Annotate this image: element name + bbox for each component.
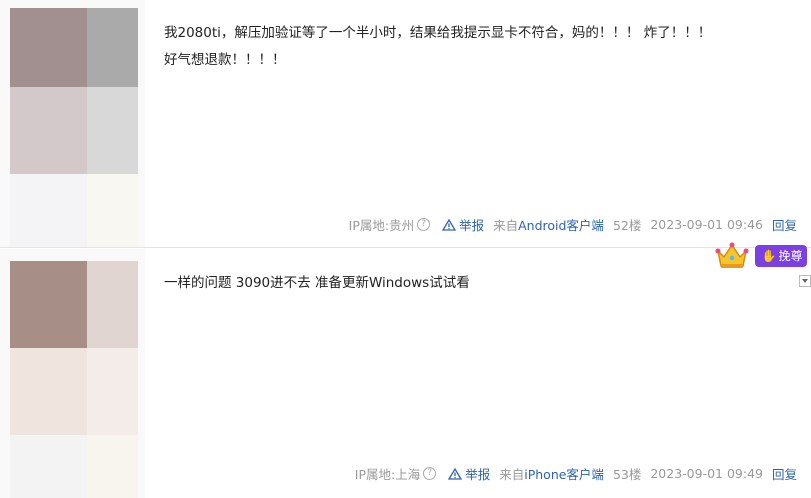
- avatar-pixel: [10, 87, 87, 174]
- post-divider: [0, 247, 811, 248]
- wanzun-label: 挽尊: [778, 249, 803, 263]
- author-column: [0, 0, 145, 248]
- avatar[interactable]: [10, 8, 138, 248]
- avatar-pixel: [87, 435, 138, 498]
- report-link[interactable]: 举报: [465, 464, 490, 483]
- avatar-pixel: [10, 174, 87, 248]
- dropdown-toggle[interactable]: [799, 275, 811, 287]
- post-content: 我2080ti，解压加验证等了一个半小时，结果给我提示显卡不符合，妈的！！！ 炸…: [164, 25, 712, 68]
- avatar-pixel: [87, 87, 138, 174]
- post-time: 2023-09-01 09:49: [650, 466, 763, 481]
- author-column: [0, 249, 145, 498]
- client-link[interactable]: iPhone客户端: [524, 464, 604, 483]
- post-meta: IP属地:贵州 ? 举报 来自 Android客户端 52楼 2023-09-0…: [349, 215, 797, 234]
- reply-link[interactable]: 回复: [772, 464, 797, 483]
- avatar-pixel: [10, 261, 87, 348]
- avatar-pixel: [87, 348, 138, 435]
- post-content: 一样的问题 3090进不去 准备更新Windows试试看: [164, 275, 470, 291]
- avatar-pixel: [10, 8, 87, 87]
- reply-link[interactable]: 回复: [772, 215, 797, 234]
- avatar-pixel: [10, 348, 87, 435]
- wanzun-button[interactable]: ✋ 挽尊: [755, 245, 807, 267]
- report-link[interactable]: 举报: [459, 215, 484, 234]
- hand-icon: ✋: [761, 249, 777, 263]
- client-prefix: 来自: [499, 467, 525, 482]
- avatar-pixel: [87, 174, 138, 248]
- wanzun-badge[interactable]: ✋ 挽尊: [715, 241, 811, 271]
- info-icon[interactable]: ?: [417, 218, 431, 231]
- post-52: 我2080ti，解压加验证等了一个半小时，结果给我提示显卡不符合，妈的！！！ 炸…: [0, 0, 811, 248]
- warning-icon[interactable]: [448, 467, 463, 480]
- avatar[interactable]: [10, 261, 138, 498]
- warning-icon[interactable]: [442, 218, 457, 231]
- info-icon[interactable]: ?: [423, 467, 437, 480]
- avatar-pixel: [87, 261, 138, 348]
- floor-number: 52楼: [612, 218, 642, 233]
- avatar-pixel: [87, 8, 138, 87]
- post-53: 一样的问题 3090进不去 准备更新Windows试试看 IP属地:上海 ? 举…: [0, 249, 811, 498]
- avatar-pixel: [10, 435, 87, 498]
- post-meta: IP属地:上海 ? 举报 来自 iPhone客户端 53楼 2023-09-01…: [355, 464, 797, 483]
- client-prefix: 来自: [493, 218, 519, 233]
- crown-icon: [715, 242, 749, 268]
- post-time: 2023-09-01 09:46: [650, 217, 763, 232]
- floor-number: 53楼: [612, 467, 642, 482]
- ip-location: IP属地:上海: [354, 467, 421, 482]
- ip-location: IP属地:贵州: [348, 218, 415, 233]
- client-link[interactable]: Android客户端: [518, 215, 604, 234]
